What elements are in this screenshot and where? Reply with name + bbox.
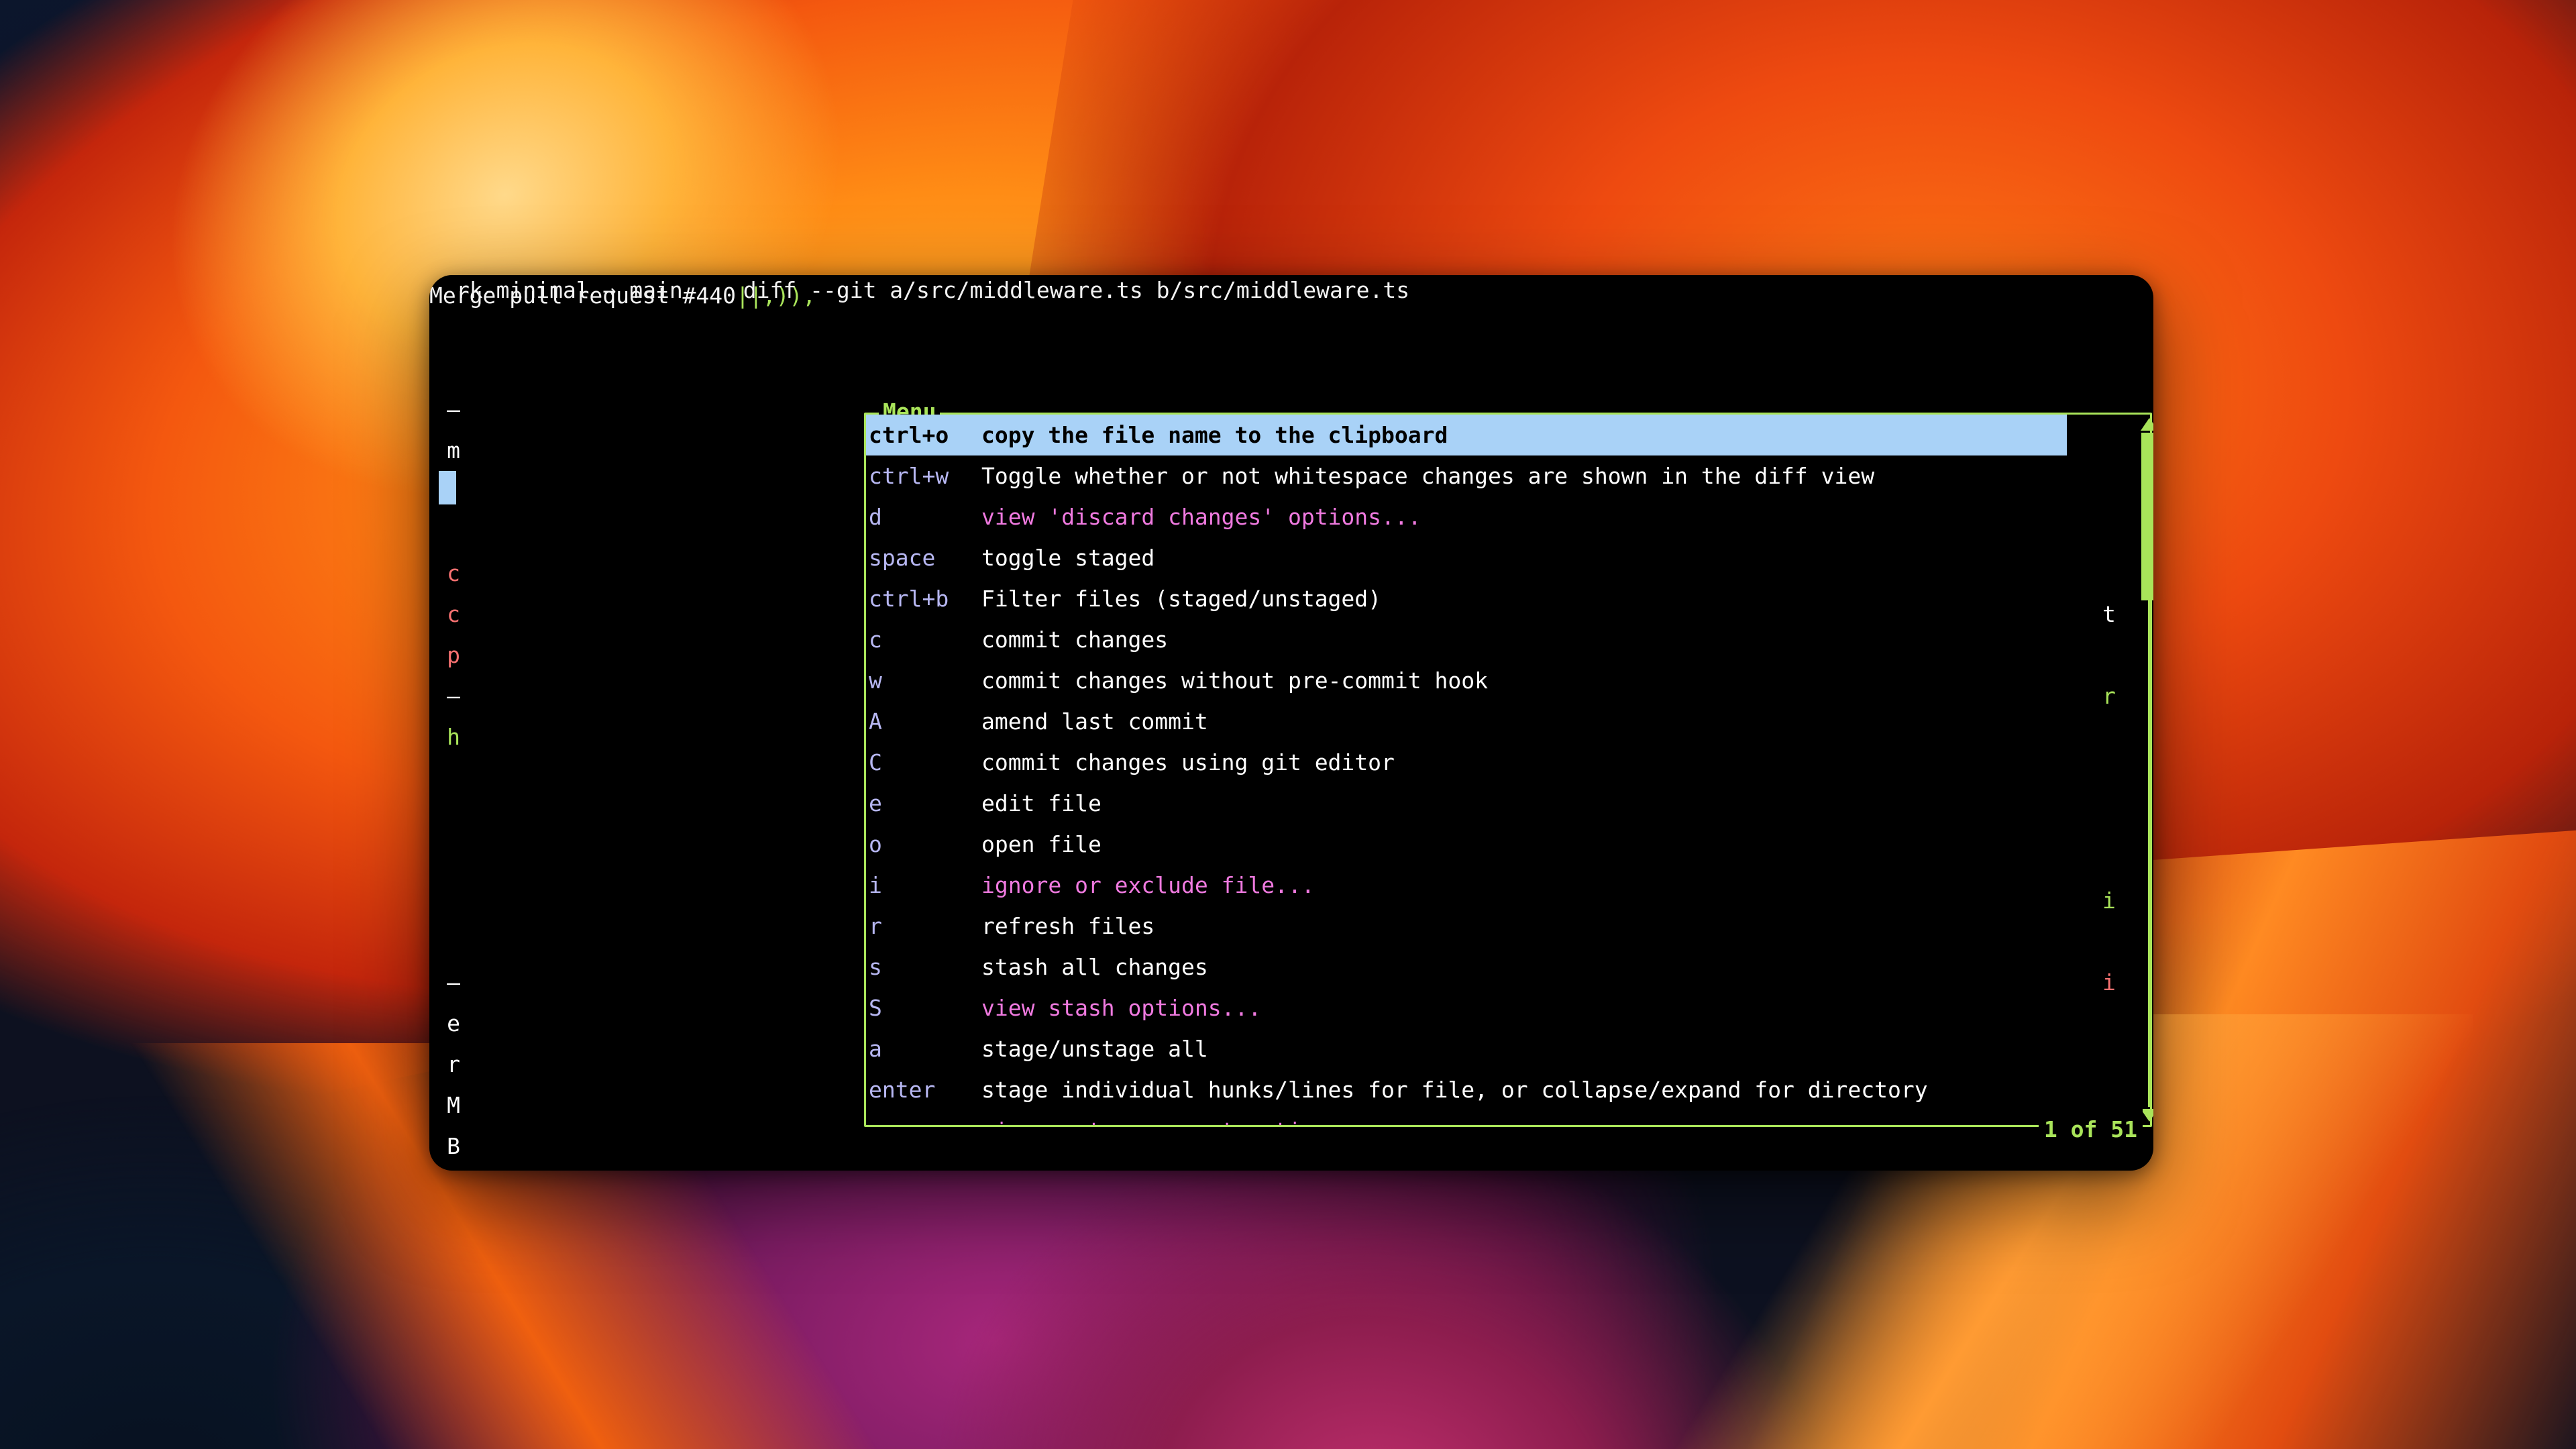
menu-item-w[interactable]: w commit changes without pre-commit hook (866, 660, 2150, 701)
menu-item-key: w (869, 667, 882, 694)
menu-item-d[interactable]: d view 'discard changes' options... (866, 496, 2150, 537)
menu-item-description: Filter files (staged/unstaged) (981, 586, 1382, 612)
terminal-content: rk-minimal → main diff --git a/src/middle… (429, 275, 2153, 1171)
menu-popup[interactable]: Menu ctrl+o copy the file name to the cli… (864, 391, 2153, 1150)
terminal-window[interactable]: rk-minimal → main diff --git a/src/middle… (429, 275, 2153, 1171)
menu-item-a[interactable]: a stage/unstage all (866, 1028, 2150, 1069)
menu-item-key: enter (869, 1077, 936, 1103)
edge-char-left (429, 880, 460, 921)
menu-item-description: refresh files (981, 913, 1155, 939)
menu-item-key: space (869, 545, 936, 571)
edge-char-left: c (447, 560, 460, 586)
edge-char-left (429, 798, 460, 839)
menu-item-key: d (869, 504, 882, 530)
menu-item-description: stash all changes (981, 954, 1208, 980)
edge-char-left: B (447, 1133, 460, 1159)
menu-item-ctrl+w[interactable]: ctrl+w Toggle whether or not whitespace c… (866, 455, 2150, 496)
edge-char-left: m (447, 437, 460, 464)
menu-item-list[interactable]: ctrl+o copy the file name to the clipboar… (866, 415, 2150, 1125)
edge-char-left: c (447, 601, 460, 627)
edge-char-left (429, 757, 460, 798)
edge-char-left (429, 512, 460, 553)
menu-item-key: ctrl+w (869, 463, 949, 489)
lazygit-header-line: rk-minimal → main diff --git a/src/middle… (456, 275, 1409, 311)
menu-item-key: g (869, 1110, 981, 1125)
menu-item-key: r (869, 913, 882, 939)
menu-item-description: commit changes (981, 627, 1169, 653)
scroll-up-arrow-icon[interactable] (2141, 418, 2153, 431)
diff-command-label: diff --git a/src/middleware.ts b/src/mid… (743, 277, 1410, 303)
edge-char-left: h (447, 724, 460, 750)
menu-item-description: commit changes using git editor (981, 749, 1395, 775)
repo-branch-label: rk-minimal → main (456, 277, 683, 303)
menu-item-e[interactable]: e edit file (866, 783, 2150, 824)
edge-char-left: — (447, 969, 460, 996)
menu-item-key: ctrl+o (869, 422, 949, 448)
edge-char-left: M (447, 1092, 460, 1118)
menu-item-description: stage/unstage all (981, 1036, 1208, 1062)
menu-item-g[interactable]: gview upstream reset options... (866, 1110, 2150, 1125)
menu-item-key: i (869, 872, 882, 898)
menu-item-key: a (869, 1036, 882, 1062)
menu-item-c[interactable]: c commit changes (866, 619, 2150, 660)
menu-item-description: open file (981, 831, 1102, 857)
menu-item-s[interactable]: s stash all changes (866, 947, 2150, 987)
menu-item-description: view 'discard changes' options... (981, 504, 1421, 530)
menu-item-description: edit file (981, 790, 1102, 816)
edge-char-left (429, 839, 460, 880)
scrollbar-thumb[interactable] (2141, 433, 2153, 600)
menu-item-description: stage individual hunks/lines for file, o… (981, 1077, 1928, 1103)
menu-item-key: ctrl+b (869, 586, 949, 612)
menu-item-key: o (869, 831, 882, 857)
edge-char-left: e (447, 1010, 460, 1036)
menu-item-description: view upstream reset options... (981, 1110, 1381, 1125)
menu-item-enter[interactable]: enter stage individual hunks/lines for fi… (866, 1069, 2150, 1110)
menu-item-key: e (869, 790, 882, 816)
menu-item-ctrl+o[interactable]: ctrl+o copy the file name to the clipboar… (866, 415, 2067, 455)
menu-item-description: Toggle whether or not whitespace changes… (981, 463, 1875, 489)
menu-scrollbar[interactable] (2141, 413, 2153, 1127)
menu-item-r[interactable]: r refresh files (866, 906, 2150, 947)
menu-pagination-label: 1 of 51 (2038, 1109, 2143, 1150)
menu-item-i[interactable]: i ignore or exclude file... (866, 865, 2150, 906)
menu-item-a[interactable]: Aamend last commit (866, 701, 2150, 742)
menu-item-description: toggle staged (981, 545, 1155, 571)
edge-char-left: r (447, 1051, 460, 1077)
menu-item-ctrl+b[interactable]: ctrl+b Filter files (staged/unstaged) (866, 578, 2150, 619)
menu-item-description: copy the file name to the clipboard (981, 422, 1448, 448)
menu-item-key: C (869, 749, 882, 775)
menu-item-o[interactable]: o open file (866, 824, 2150, 865)
menu-item-s[interactable]: Sview stash options... (866, 987, 2150, 1028)
menu-item-space[interactable]: space toggle staged (866, 537, 2150, 578)
menu-item-description: ignore or exclude file... (981, 872, 1315, 898)
menu-item-key: S (869, 995, 882, 1021)
menu-item-c[interactable]: Ccommit changes using git editor (866, 742, 2150, 783)
edge-char-left (429, 921, 460, 962)
menu-item-description: commit changes without pre-commit hook (981, 667, 1488, 694)
edge-char-left: — (447, 396, 460, 423)
menu-item-key: c (869, 627, 882, 653)
menu-item-key: s (869, 954, 882, 980)
menu-item-key: A (869, 708, 882, 735)
edge-char-left: — (447, 683, 460, 709)
edge-char-left: p (447, 642, 460, 668)
menu-item-description: view stash options... (981, 995, 1262, 1021)
menu-item-description: amend last commit (981, 708, 1208, 735)
edge-char-left (439, 471, 456, 504)
